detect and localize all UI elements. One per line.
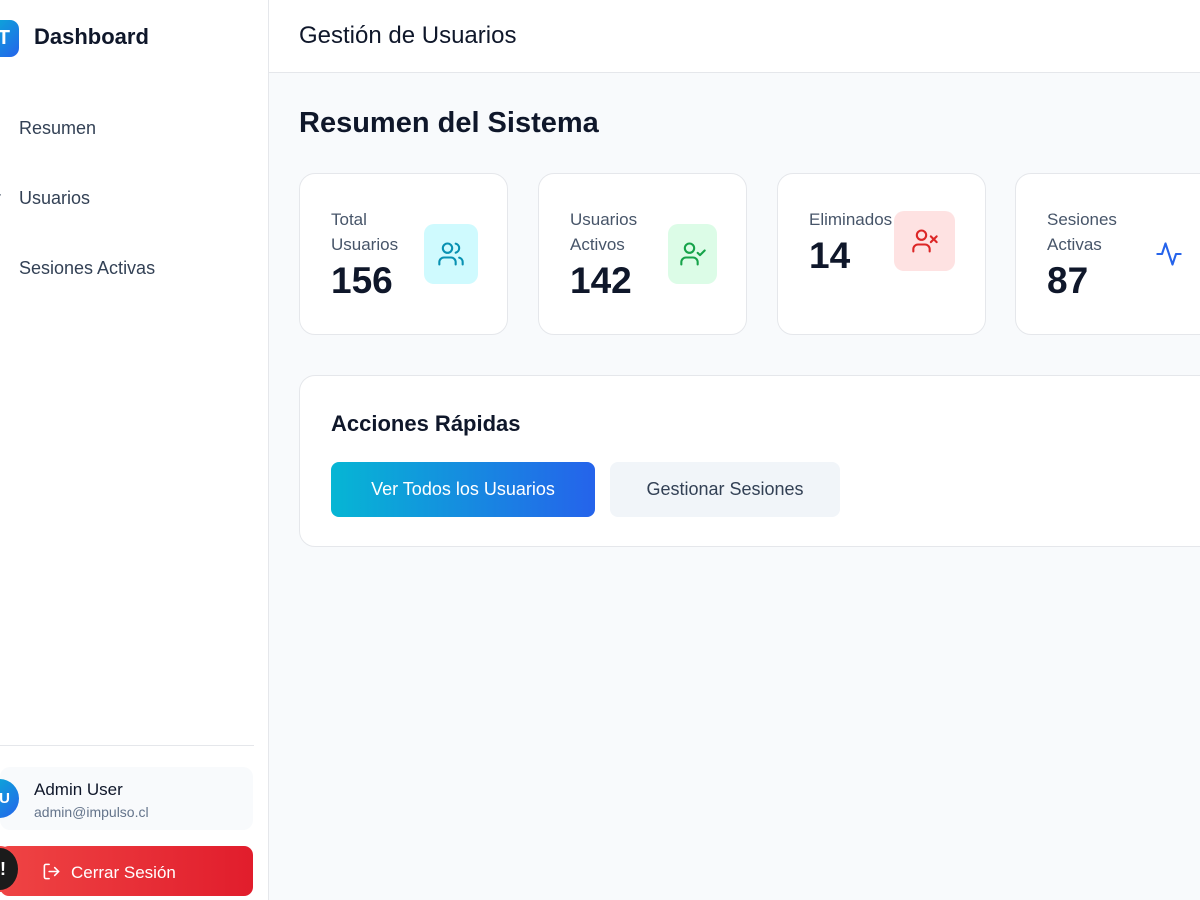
view-all-users-button[interactable]: Ver Todos los Usuarios	[331, 462, 595, 517]
quick-actions-title: Acciones Rápidas	[331, 411, 521, 436]
manage-sessions-button[interactable]: Gestionar Sesiones	[610, 462, 840, 517]
brand-title: Dashboard	[34, 24, 149, 49]
user-x-icon	[894, 211, 955, 271]
brand[interactable]: T Dashboard	[0, 0, 268, 76]
section-title: Resumen del Sistema	[299, 107, 599, 139]
stat-value: 87	[1047, 260, 1089, 301]
stat-card-eliminados: Eliminados 14	[777, 173, 986, 335]
quick-actions-card: Acciones Rápidas Ver Todos los Usuarios …	[299, 375, 1200, 547]
logout-label: Cerrar Sesión	[71, 863, 176, 882]
sidebar-item-label: Sesiones Activas	[19, 257, 156, 278]
user-icon	[0, 194, 1, 197]
stat-card-total-usuarios: Total Usuarios 156	[299, 173, 508, 335]
stat-value: 156	[331, 260, 393, 301]
stat-value: 14	[809, 235, 851, 276]
logout-icon	[43, 863, 60, 880]
users-icon	[424, 224, 478, 284]
sidebar-item-label: Usuarios	[19, 187, 91, 208]
sidebar-divider	[0, 745, 254, 746]
avatar: U	[0, 779, 19, 818]
user-name: Admin User	[34, 780, 123, 799]
stat-value: 142	[570, 260, 632, 301]
stat-card-usuarios-activos: Usuarios Activos 142	[538, 173, 747, 335]
sidebar-item-usuarios[interactable]: Usuarios	[0, 174, 260, 222]
stat-label: Usuarios Activos	[570, 210, 638, 254]
activity-icon	[1142, 224, 1196, 284]
stat-label: Total Usuarios	[331, 210, 399, 254]
user-card[interactable]: U Admin User admin@impulso.cl	[0, 767, 253, 830]
page-title: Gestión de Usuarios	[299, 22, 517, 49]
user-email: admin@impulso.cl	[34, 804, 149, 820]
topbar: Gestión de Usuarios	[269, 0, 1200, 73]
dashboard-icon	[0, 120, 8, 136]
logout-button[interactable]: Cerrar Sesión	[0, 846, 253, 896]
sidebar-item-label: Resumen	[19, 117, 97, 138]
stat-label: Sesiones Activas	[1047, 210, 1117, 254]
activity-icon	[0, 260, 8, 276]
user-check-icon	[668, 224, 717, 284]
sidebar: T Dashboard Resumen Usuarios Sesiones Ac…	[0, 0, 269, 900]
brand-logo: T	[0, 20, 19, 57]
sidebar-item-resumen[interactable]: Resumen	[0, 104, 260, 152]
stat-card-sesiones-activas: Sesiones Activas 87	[1015, 173, 1200, 335]
sidebar-item-sesiones-activas[interactable]: Sesiones Activas	[0, 244, 260, 292]
